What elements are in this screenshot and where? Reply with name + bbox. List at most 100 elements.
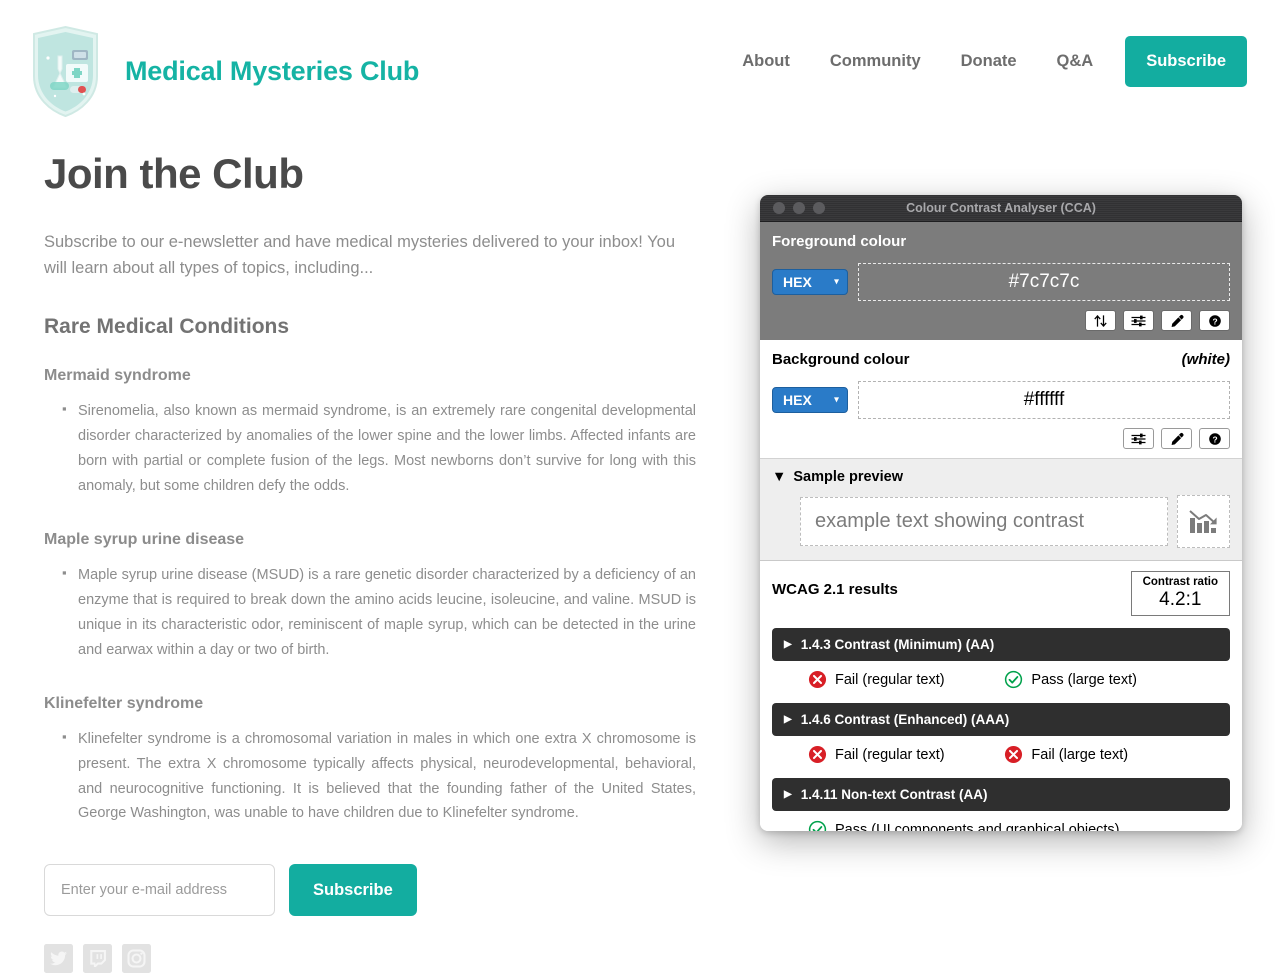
background-label: Background colour xyxy=(772,351,910,368)
wcag-outcome: Fail (regular text) xyxy=(772,670,996,689)
sample-preview-panel: ▼ Sample preview example text showing co… xyxy=(760,459,1242,561)
list-item: Sirenomelia, also known as mermaid syndr… xyxy=(62,398,696,499)
svg-text:?: ? xyxy=(1212,434,1217,444)
help-icon[interactable]: ? xyxy=(1199,310,1230,331)
background-format-select[interactable]: HEX xyxy=(772,387,848,413)
condition-title-msud: Maple syrup urine disease xyxy=(44,530,245,548)
fail-icon xyxy=(808,671,827,689)
foreground-label: Foreground colour xyxy=(772,233,907,250)
condition-list-klinefelter: Klinefelter syndrome is a chromosomal va… xyxy=(44,726,696,827)
eyedropper-icon[interactable] xyxy=(1161,310,1192,331)
close-button[interactable] xyxy=(773,202,785,214)
condition-list-mermaid: Sirenomelia, also known as mermaid syndr… xyxy=(44,398,696,499)
background-panel: Background colour (white) HEX ▾ ? xyxy=(760,340,1242,459)
foreground-format-wrap: HEX ▾ xyxy=(772,269,848,295)
main-navigation: About Community Donate Q&A Subscribe xyxy=(742,36,1247,87)
window-title: Colour Contrast Analyser (CCA) xyxy=(906,201,1096,215)
sample-preview-disclosure[interactable]: ▼ Sample preview xyxy=(772,469,1230,485)
wcag-outcome: Pass (UI components and graphical object… xyxy=(772,820,1120,831)
list-item: Maple syrup urine disease (MSUD) is a ra… xyxy=(62,562,696,663)
pass-icon xyxy=(808,821,827,831)
wcag-outcome-label: Pass (UI components and graphical object… xyxy=(835,821,1120,831)
sample-text[interactable]: example text showing contrast xyxy=(800,497,1168,546)
contrast-ratio-value: 4.2:1 xyxy=(1159,589,1202,611)
social-links xyxy=(44,944,696,973)
nav-link-donate[interactable]: Donate xyxy=(941,52,1037,71)
brand-title: Medical Mysteries Club xyxy=(125,56,420,86)
wcag-outcomes-1-4-3: Fail (regular text) Pass (large text) xyxy=(772,661,1230,691)
condition-title-klinefelter: Klinefelter syndrome xyxy=(44,694,204,712)
wcag-criterion-1-4-11[interactable]: ▶ 1.4.11 Non-text Contrast (AA) xyxy=(772,778,1230,812)
background-icon-row: ? xyxy=(772,428,1230,449)
window-traffic-lights xyxy=(773,202,825,214)
help-icon[interactable]: ? xyxy=(1199,428,1230,449)
background-header: Background colour (white) xyxy=(772,351,1230,368)
nav-link-about[interactable]: About xyxy=(742,52,810,71)
sliders-icon[interactable] xyxy=(1123,310,1154,331)
window-titlebar[interactable]: Colour Contrast Analyser (CCA) xyxy=(760,195,1242,222)
disclosure-triangle-icon: ▶ xyxy=(784,714,792,726)
sample-graphic[interactable] xyxy=(1177,495,1230,548)
wcag-results-panel: WCAG 2.1 results Contrast ratio 4.2:1 ▶ … xyxy=(760,561,1242,831)
twitch-icon[interactable] xyxy=(83,944,112,973)
pass-icon xyxy=(1005,671,1023,689)
site-header: Medical Mysteries Club About Community D… xyxy=(0,0,1275,125)
wcag-criterion-label: 1.4.6 Contrast (Enhanced) (AAA) xyxy=(800,712,1010,728)
wcag-outcomes-1-4-6: Fail (regular text) Fail (large text) xyxy=(772,736,1230,766)
wcag-outcome-label: Pass (large text) xyxy=(1031,671,1137,688)
sample-preview-row: example text showing contrast xyxy=(772,495,1230,548)
fail-icon xyxy=(1005,746,1023,764)
wcag-criterion-label: 1.4.11 Non-text Contrast (AA) xyxy=(800,787,988,803)
disclosure-triangle-icon: ▶ xyxy=(784,789,792,801)
wcag-outcome: Fail (large text) xyxy=(996,745,1230,764)
condition-list-msud: Maple syrup urine disease (MSUD) is a ra… xyxy=(44,562,696,663)
colour-contrast-analyser-window: Colour Contrast Analyser (CCA) Foregroun… xyxy=(760,195,1242,831)
condition-title-mermaid: Mermaid syndrome xyxy=(44,367,191,385)
header-subscribe-button[interactable]: Subscribe xyxy=(1125,36,1247,87)
foreground-icon-row: ? xyxy=(772,310,1230,331)
background-hex-input[interactable] xyxy=(858,381,1230,419)
foreground-hex-input[interactable] xyxy=(858,263,1230,301)
section-title: Rare Medical Conditions xyxy=(44,315,290,339)
wcag-outcome-label: Fail (regular text) xyxy=(835,671,945,688)
contrast-ratio-label: Contrast ratio xyxy=(1142,576,1218,588)
disclosure-triangle-icon: ▶ xyxy=(784,639,792,651)
background-colour-note: (white) xyxy=(1181,351,1230,368)
background-row: HEX ▾ xyxy=(772,381,1230,419)
nav-link-community[interactable]: Community xyxy=(810,52,941,71)
main-content: Join the Club Subscribe to our e-newslet… xyxy=(44,150,696,973)
foreground-format-select[interactable]: HEX xyxy=(772,269,848,295)
disclosure-triangle-icon: ▼ xyxy=(772,469,787,485)
background-format-wrap: HEX ▾ xyxy=(772,387,848,413)
contrast-ratio-box: Contrast ratio 4.2:1 xyxy=(1130,571,1230,617)
wcag-outcome: Pass (large text) xyxy=(996,670,1230,689)
wcag-outcome-label: Fail (regular text) xyxy=(835,746,945,763)
wcag-outcomes-1-4-11: Pass (UI components and graphical object… xyxy=(772,811,1230,831)
brand[interactable]: Medical Mysteries Club xyxy=(28,24,419,119)
list-item: Klinefelter syndrome is a chromosomal va… xyxy=(62,726,696,827)
foreground-panel: Foreground colour HEX ▾ ? xyxy=(760,222,1242,340)
wcag-results-header: WCAG 2.1 results Contrast ratio 4.2:1 xyxy=(772,571,1230,617)
wcag-outcome-label: Fail (large text) xyxy=(1031,746,1129,763)
nav-link-qa[interactable]: Q&A xyxy=(1037,52,1114,71)
fail-icon xyxy=(808,746,827,764)
page-title: Join the Club xyxy=(44,150,304,197)
declining-bar-chart-icon xyxy=(1188,509,1217,533)
minimize-button[interactable] xyxy=(793,202,805,214)
sliders-icon[interactable] xyxy=(1123,428,1154,449)
intro-paragraph: Subscribe to our e-newsletter and have m… xyxy=(44,233,676,277)
foreground-row: HEX ▾ xyxy=(772,263,1230,301)
svg-text:?: ? xyxy=(1212,316,1217,326)
twitter-icon[interactable] xyxy=(44,944,73,973)
medical-shield-logo xyxy=(33,25,98,118)
sample-preview-title: Sample preview xyxy=(793,469,903,485)
eyedropper-icon[interactable] xyxy=(1161,428,1192,449)
wcag-outcome: Fail (regular text) xyxy=(772,745,996,764)
instagram-icon[interactable] xyxy=(122,944,151,973)
swap-colours-icon[interactable] xyxy=(1085,310,1116,331)
maximize-button[interactable] xyxy=(813,202,825,214)
wcag-results-title: WCAG 2.1 results xyxy=(772,581,898,598)
wcag-criterion-label: 1.4.3 Contrast (Minimum) (AA) xyxy=(800,637,995,653)
wcag-criterion-1-4-3[interactable]: ▶ 1.4.3 Contrast (Minimum) (AA) xyxy=(772,628,1230,662)
wcag-criterion-1-4-6[interactable]: ▶ 1.4.6 Contrast (Enhanced) (AAA) xyxy=(772,703,1230,737)
